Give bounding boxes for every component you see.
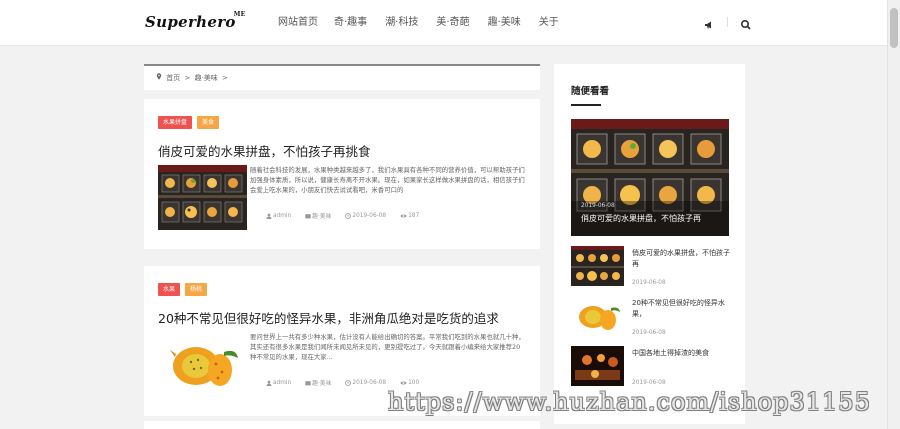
sidebar-post-title[interactable]: 俏皮可爱的水果拼盘，不怕孩子再 xyxy=(632,248,732,270)
megaphone-icon[interactable] xyxy=(703,16,715,29)
post-tags: 水果拼盘 美食 xyxy=(158,116,220,129)
clock-icon xyxy=(345,379,352,386)
sidebar-post-title[interactable]: 20种不常见但很好吃的怪异水果， xyxy=(632,298,732,320)
nav-food[interactable]: 趣·美味 xyxy=(488,16,521,30)
sidebar-post-thumbnail[interactable] xyxy=(571,346,624,386)
post-category[interactable]: 趣·美味 xyxy=(305,211,331,220)
main-nav: 网站首页 奇·趣事 潮·科技 美·奇葩 趣·美味 关于 xyxy=(278,16,577,30)
post-category[interactable]: 趣·美味 xyxy=(305,378,331,387)
post-author-name: admin xyxy=(273,379,292,386)
sidebar-post-item[interactable]: 中国各地土得掉渣的美食 2019-06-08 xyxy=(571,346,731,386)
breadcrumb: 首页 > 趣·美味 > xyxy=(144,64,540,90)
watermark-text: https://www.huzhan.com/ishop31155 xyxy=(388,388,871,416)
post-tags: 水果 杨桃 xyxy=(158,283,208,296)
post-date: 2019-06-08 xyxy=(345,378,386,387)
post-title[interactable]: 俏皮可爱的水果拼盘，不怕孩子再挑食 xyxy=(158,141,371,160)
logo-text[interactable]: Superhero xyxy=(145,13,236,31)
site-header: SuperheroME 网站首页 奇·趣事 潮·科技 美·奇葩 趣·美味 关于 xyxy=(0,0,887,46)
post-author-name: admin xyxy=(273,212,292,219)
sidebar-random: 随便看看 2019-06-08 俏皮可爱的水果拼盘，不怕孩子再 俏皮可爱的水果拼… xyxy=(554,64,745,424)
post-tag[interactable]: 水果拼盘 xyxy=(158,116,193,129)
location-icon xyxy=(156,73,164,82)
post-date-text: 2019-06-08 xyxy=(352,379,387,386)
post-views-count: 100 xyxy=(408,379,420,386)
post-tag[interactable]: 杨桃 xyxy=(185,283,208,296)
folder-icon xyxy=(305,213,311,218)
post-excerpt: 随着社会科技的发展，水果种类越来越多了，我们水果具有各种不同的营养价值，可以帮助… xyxy=(250,166,525,194)
scrollbar-thumb[interactable] xyxy=(890,8,898,48)
breadcrumb-home[interactable]: 首页 xyxy=(166,74,180,82)
nav-about[interactable]: 关于 xyxy=(539,16,559,30)
sidebar-post-item[interactable]: 20种不常见但很好吃的怪异水果， 2019-06-08 xyxy=(571,296,731,336)
post-views: 100 xyxy=(400,378,419,387)
clock-icon xyxy=(345,212,352,219)
sidebar-post-date: 2019-06-08 xyxy=(632,330,666,336)
user-icon xyxy=(266,213,272,219)
sidebar-post-date: 2019-06-08 xyxy=(632,280,666,286)
sidebar-title-underline xyxy=(571,104,601,106)
header-actions xyxy=(703,16,752,30)
post-author[interactable]: admin xyxy=(266,378,291,387)
header-divider xyxy=(727,17,728,27)
eye-icon xyxy=(400,381,407,384)
breadcrumb-separator: > xyxy=(222,74,228,82)
post-date: 2019-06-08 xyxy=(345,211,386,220)
eye-icon xyxy=(400,214,407,217)
sidebar-post-item[interactable]: 俏皮可爱的水果拼盘，不怕孩子再 2019-06-08 xyxy=(571,246,731,286)
post-tag[interactable]: 美食 xyxy=(197,116,220,129)
user-icon xyxy=(266,380,272,386)
post-excerpt: 要问世界上一共有多少种水果，估计没有人能给出确切的答案。平常我们吃到的水果也就几… xyxy=(250,333,525,361)
post-title[interactable]: 20种不常见但很好吃的怪异水果，非洲角瓜绝对是吃货的追求 xyxy=(158,308,499,327)
nav-weird[interactable]: 美·奇葩 xyxy=(436,16,469,30)
post-date-text: 2019-06-08 xyxy=(352,212,387,219)
post-meta: admin 趣·美味 2019-06-08 187 xyxy=(266,211,419,220)
post-card: 水果拼盘 美食 俏皮可爱的水果拼盘，不怕孩子再挑食 随着社会科技的发展，水果种类 xyxy=(144,99,540,249)
featured-post-title[interactable]: 俏皮可爱的水果拼盘，不怕孩子再 xyxy=(581,213,701,224)
post-category-name: 趣·美味 xyxy=(312,214,332,220)
logo-sup: ME xyxy=(233,11,246,18)
sidebar-post-thumbnail[interactable] xyxy=(571,246,624,286)
page-scrollbar[interactable] xyxy=(887,0,900,429)
breadcrumb-section[interactable]: 趣·美味 xyxy=(195,74,218,82)
next-post-card xyxy=(144,421,540,429)
sidebar-title: 随便看看 xyxy=(571,86,610,97)
sidebar-post-title[interactable]: 中国各地土得掉渣的美食 xyxy=(632,348,732,359)
post-author[interactable]: admin xyxy=(266,211,291,220)
nav-tech[interactable]: 潮·科技 xyxy=(385,16,418,30)
post-category-name: 趣·美味 xyxy=(312,381,332,387)
post-thumbnail[interactable] xyxy=(158,332,247,397)
breadcrumb-separator: > xyxy=(184,74,191,82)
featured-post-date: 2019-06-08 xyxy=(581,203,615,209)
site-logo[interactable]: SuperheroME xyxy=(145,11,248,31)
search-icon[interactable] xyxy=(740,16,752,30)
post-meta: admin 趣·美味 2019-06-08 100 xyxy=(266,378,419,387)
post-thumbnail[interactable] xyxy=(158,165,247,230)
post-views: 187 xyxy=(400,211,419,220)
nav-home[interactable]: 网站首页 xyxy=(278,16,318,30)
sidebar-post-date: 2019-06-08 xyxy=(632,380,666,386)
post-views-count: 187 xyxy=(408,212,420,219)
nav-funny[interactable]: 奇·趣事 xyxy=(334,16,367,30)
featured-post[interactable]: 2019-06-08 俏皮可爱的水果拼盘，不怕孩子再 xyxy=(571,119,729,236)
folder-icon xyxy=(305,380,311,385)
post-tag[interactable]: 水果 xyxy=(158,283,181,296)
sidebar-post-thumbnail[interactable] xyxy=(571,296,624,336)
